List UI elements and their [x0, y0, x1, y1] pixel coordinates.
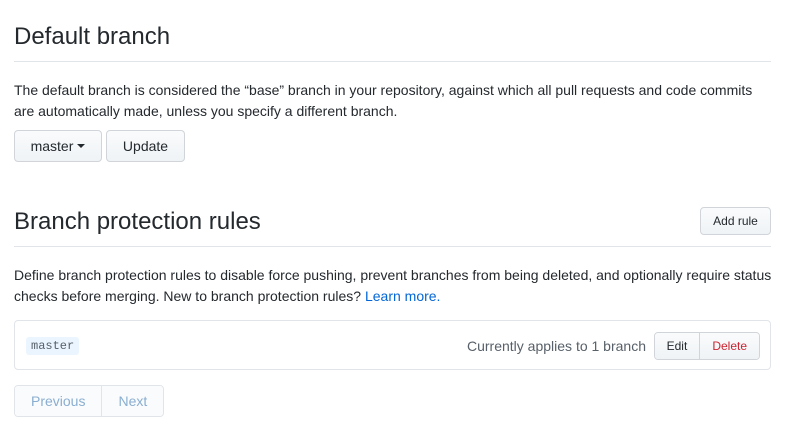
branch-select-button[interactable]: master	[14, 130, 102, 162]
settings-branches-page: Default branch The default branch is con…	[0, 0, 785, 434]
rule-applies-text: Currently applies to 1 branch	[467, 338, 646, 354]
learn-more-link[interactable]: Learn more.	[365, 288, 440, 304]
rule-actions: Edit Delete	[653, 332, 760, 360]
branch-protection-title: Branch protection rules	[14, 208, 261, 235]
default-branch-title: Default branch	[14, 23, 171, 50]
default-branch-description: The default branch is considered the “ba…	[14, 82, 753, 119]
caret-down-icon	[77, 144, 86, 148]
update-button[interactable]: Update	[106, 130, 185, 162]
next-page-button[interactable]: Next	[101, 386, 164, 416]
default-branch-header: Default branch	[14, 22, 771, 62]
edit-rule-button[interactable]: Edit	[654, 333, 700, 359]
pagination: Previous Next	[14, 385, 165, 417]
protection-rule-row: master Currently applies to 1 branch Edi…	[14, 320, 771, 370]
delete-rule-button[interactable]: Delete	[699, 333, 759, 359]
previous-page-button[interactable]: Previous	[15, 386, 102, 416]
branch-protection-header: Branch protection rules	[14, 207, 771, 247]
add-rule-button[interactable]: Add rule	[700, 207, 771, 235]
rule-pattern: master	[26, 337, 80, 355]
branch-protection-description: Define branch protection rules to disabl…	[14, 265, 774, 307]
branch-select-label: master	[30, 138, 74, 154]
